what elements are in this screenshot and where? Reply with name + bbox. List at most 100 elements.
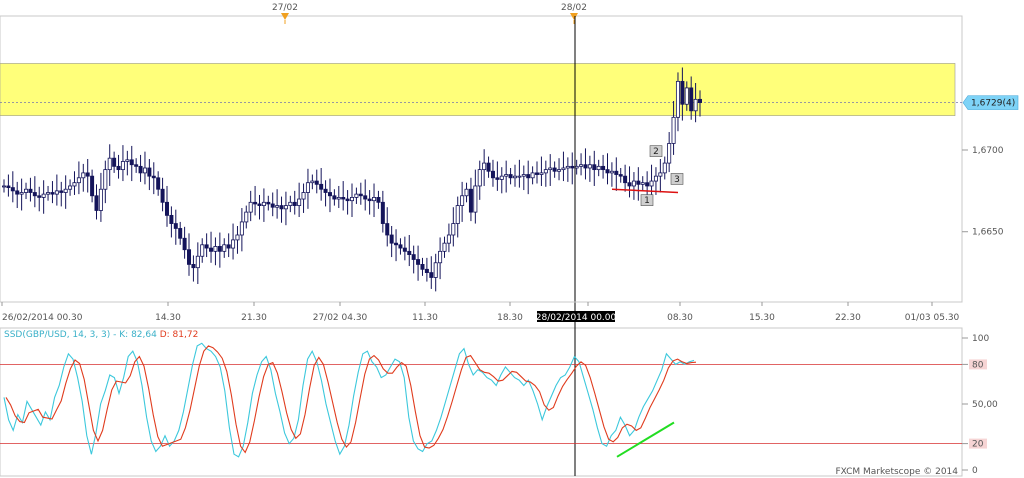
candle-body (631, 180, 636, 187)
candle-body (495, 177, 500, 180)
candle-body (336, 197, 341, 200)
candle-body (156, 177, 161, 190)
candle-body (319, 183, 324, 190)
candle-body (372, 197, 377, 202)
candle-body (618, 174, 623, 177)
candle-body (627, 182, 632, 187)
candle-body (499, 175, 504, 180)
indicator-tick-label: 20 (972, 440, 984, 450)
candle-body (684, 87, 689, 105)
time-tick-label: 11.30 (412, 313, 438, 323)
candle-body (640, 182, 645, 185)
candle-body (59, 190, 64, 193)
candle-body (195, 255, 200, 269)
candle-body (521, 174, 526, 177)
candle-body (442, 242, 447, 252)
candle-body (411, 254, 416, 260)
candle-body (279, 205, 284, 210)
candle-body (10, 187, 15, 192)
candle-body (76, 177, 81, 184)
candle-body (446, 234, 451, 244)
candle-body (288, 201, 293, 206)
candle-body (169, 214, 174, 224)
candle-body (160, 188, 165, 203)
candle-body (530, 172, 535, 179)
candle-body (50, 192, 55, 195)
candle-body (433, 262, 438, 278)
candle-body (504, 174, 509, 177)
candle-body (125, 159, 130, 162)
candle-body (605, 169, 610, 174)
candle-body (658, 172, 663, 177)
candle-body (68, 185, 73, 190)
candle-body (561, 167, 566, 171)
time-tick-label: 08.30 (667, 313, 693, 323)
indicator-name: SSD(GBP/USD, 14, 3, 3) (4, 330, 110, 340)
candle-body (345, 198, 350, 202)
candle-body (151, 175, 156, 179)
candle-body (217, 246, 222, 252)
candle-body (424, 268, 429, 273)
candle-body (574, 165, 579, 169)
candle-body (570, 165, 575, 169)
d-value-label: D: 81,72 (160, 330, 199, 340)
candle-body (134, 164, 139, 167)
candle-body (164, 201, 169, 216)
indicator-tick-label: 100 (972, 334, 989, 344)
candle-body (367, 198, 372, 202)
candle-body (116, 165, 121, 171)
candle-body (222, 244, 227, 252)
candle-body (200, 244, 205, 257)
candle-body (37, 195, 42, 198)
candle-body (129, 159, 134, 166)
candle-body (596, 165, 601, 171)
candle-body (689, 87, 694, 112)
candle-body (609, 170, 614, 174)
time-tick-label: 26/02/2014 00.30 (2, 313, 83, 323)
y-tick-label: 1,6650 (972, 228, 1004, 238)
candle-body (477, 169, 482, 187)
candle-body (416, 259, 421, 265)
candle-body (455, 205, 460, 224)
candle-body (41, 193, 46, 198)
candle-body (512, 175, 517, 179)
candle-body (98, 188, 103, 211)
candle-body (539, 172, 544, 175)
candle-body (209, 247, 214, 252)
candle-body (653, 175, 658, 182)
candle-body (85, 172, 90, 177)
time-tick-label: 22.30 (835, 313, 861, 323)
candle-body (548, 167, 553, 171)
candle-body (587, 164, 592, 169)
candle-body (464, 188, 469, 197)
candle-body (270, 203, 275, 208)
candle-body (358, 193, 363, 197)
candle-body (535, 172, 540, 175)
candle-body (526, 174, 531, 179)
candle-body (178, 228, 183, 239)
candle-body (623, 175, 628, 184)
candle-body (468, 188, 473, 213)
candle-body (380, 201, 385, 224)
candle-body (147, 167, 152, 177)
candle-body (579, 164, 584, 167)
candle-body (138, 165, 143, 174)
candle-body (191, 264, 196, 269)
indicator-tick-label: 80 (972, 360, 984, 370)
indicator-tick-label: 50,00 (972, 400, 998, 410)
candle-body (112, 157, 117, 167)
candle-body (557, 169, 562, 172)
candle-body (275, 205, 280, 208)
candle-body (402, 247, 407, 252)
candle-body (698, 98, 703, 104)
candle-body (283, 205, 288, 210)
candle-body (385, 223, 390, 236)
candle-body (226, 244, 231, 249)
candle-body (107, 157, 112, 171)
candle-body (173, 223, 178, 229)
candle-body (341, 197, 346, 200)
candle-body (235, 234, 240, 241)
candle-body (63, 188, 68, 193)
candle-body (473, 185, 478, 213)
candle-body (680, 80, 685, 105)
